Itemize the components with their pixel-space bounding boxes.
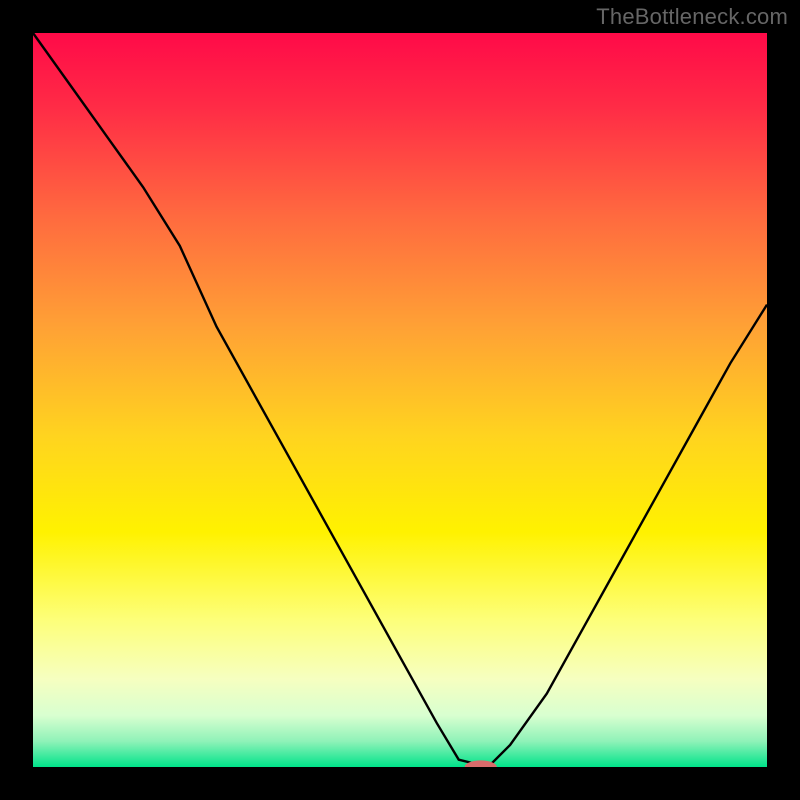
watermark-text: TheBottleneck.com (596, 4, 788, 30)
bottleneck-chart (0, 0, 800, 800)
